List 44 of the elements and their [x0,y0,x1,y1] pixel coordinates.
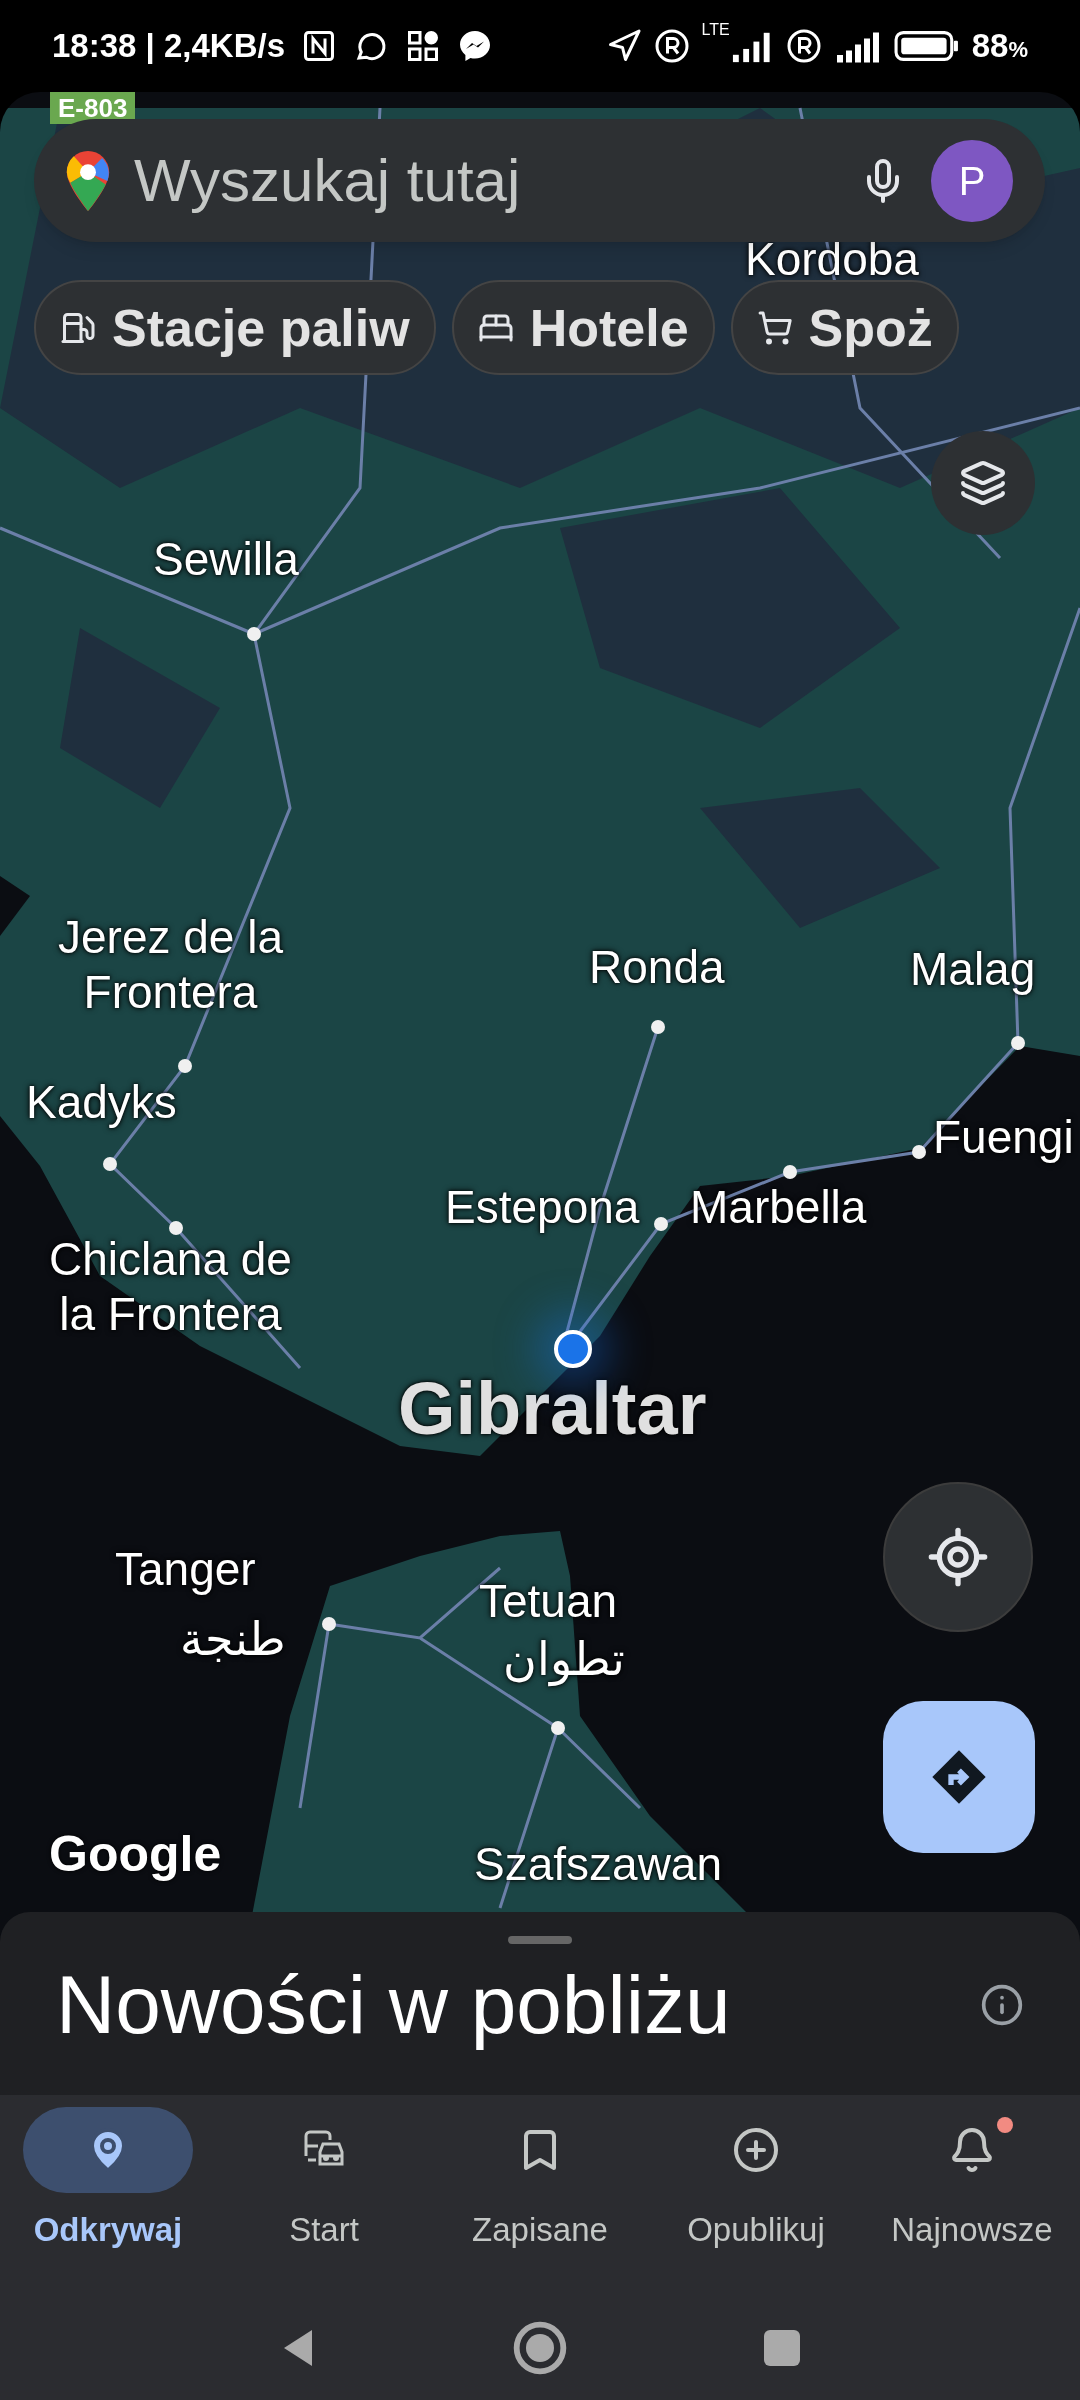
city-label: Sewilla [153,532,299,587]
category-chip[interactable]: Stacje paliw [34,280,436,375]
city-label: Szafszawan [474,1837,722,1892]
nav-tab[interactable]: Najnowsze [864,2107,1080,2255]
city-label: Jerez de la Frontera [58,910,283,1021]
network-type: LTE [701,22,730,38]
avatar[interactable]: P [931,139,1013,222]
city-label: Malag [910,942,1036,997]
map-pin-logo-icon [66,150,110,211]
battery-percent: 88% [971,26,1028,67]
registered-icon [653,28,690,64]
city-label: Chiclana de la Frontera [49,1232,292,1343]
city-label: Fuengi [933,1110,1074,1165]
city-label: Estepona [445,1180,640,1235]
nav-tab[interactable]: Start [216,2107,432,2255]
city-label: تطوان [503,1632,625,1688]
battery-icon [893,30,960,62]
drag-handle[interactable] [508,1936,572,1944]
city-label: Marbella [690,1180,867,1235]
category-chip[interactable]: Hotele [451,280,715,375]
city-label: Tanger [115,1542,256,1597]
layers-icon [959,459,1007,507]
sheet-title: Nowości w pobliżu [56,1958,732,2052]
category-chip[interactable]: Spoż [730,280,959,375]
google-logo: Google [49,1825,222,1884]
status-time: 18:38 | 2,4KB/s [52,26,286,67]
nav-tab[interactable]: Odkrywaj [0,2107,216,2255]
directions-button[interactable] [883,1701,1035,1853]
city-label: Kadyks [26,1075,177,1130]
registered-icon [785,28,822,64]
search-field[interactable]: Wyszukaj tutaj [134,135,835,226]
home-icon[interactable] [512,2319,568,2376]
nav-tab[interactable]: Opublikuj [648,2107,864,2255]
add-circle-icon [732,2126,780,2174]
city-label: Ronda [589,940,725,995]
city-label: Tetuan [479,1574,618,1629]
crosshair-icon [926,1525,990,1589]
nav-tab[interactable]: Zapisane [432,2107,648,2255]
info-icon[interactable] [980,1983,1024,2028]
city-label: طنجة [180,1612,286,1667]
shopping-cart-icon [756,309,793,346]
road-sign: E-803 [50,92,136,124]
search-bar[interactable]: Wyszukaj tutaj P [34,119,1045,242]
country-label: Gibraltar [398,1372,707,1446]
